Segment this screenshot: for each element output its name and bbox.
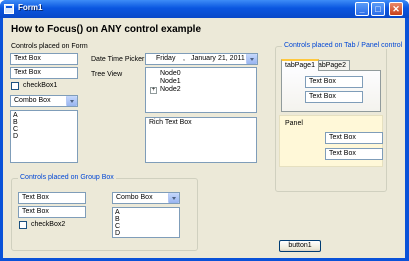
minimize-button[interactable]: _ [355,2,369,16]
page-title: How to Focus() on ANY control example [11,24,202,35]
group-textbox-2[interactable]: Text Box [18,206,86,218]
list-item[interactable]: D [13,133,77,140]
dtp-month: January [191,55,216,62]
maximize-button[interactable]: □ [371,2,385,16]
close-button[interactable]: ✕ [389,2,403,16]
button1[interactable]: button1 [279,240,321,252]
checkbox1-label: checkBox1 [23,82,58,89]
form-controls-label: Controls placed on Form [11,43,88,50]
group-combo-box[interactable]: Combo Box [112,192,180,204]
tab-tabpage1[interactable]: tabPage1 [281,59,319,71]
tree-node-2[interactable]: Node2 [160,86,181,93]
group-box-title: Controls placed on Group Box [18,174,116,181]
list-item[interactable]: A [115,209,179,216]
form-list-box[interactable]: A B C D [10,110,78,163]
checkbox1[interactable] [11,82,19,90]
window-icon [4,4,14,14]
checkbox2[interactable] [19,221,27,229]
maximize-icon: □ [375,4,381,14]
chevron-down-icon[interactable] [168,193,179,203]
list-item[interactable]: A [13,112,77,119]
group-list-box[interactable]: A B C D [112,207,180,238]
group-combo-value: Combo Box [116,194,153,201]
chevron-down-icon[interactable] [66,96,77,106]
calendar-dropdown-icon[interactable] [246,54,257,64]
dtp-separator: , [183,55,185,62]
panel-textbox-1[interactable]: Text Box [325,132,383,144]
tree-view[interactable]: Node0 Node1 + Node2 [145,67,257,113]
dtp-day-year: 21, 2011 [218,55,245,62]
tree-node-1[interactable]: Node1 [160,78,181,85]
list-item[interactable]: D [115,230,179,237]
form-client-area: How to Focus() on ANY control example Co… [3,18,405,258]
list-item[interactable]: B [13,119,77,126]
datetime-label: Date Time Picker [91,56,145,63]
panel-textbox-2[interactable]: Text Box [325,148,383,160]
window-title: Form1 [18,3,43,12]
panel-label: Panel [285,120,303,127]
list-item[interactable]: B [115,216,179,223]
form-combo-value: Combo Box [14,97,51,104]
rich-text-content: Rich Text Box [149,119,192,126]
tree-node-0[interactable]: Node0 [160,70,181,77]
form-textbox-2[interactable]: Text Box [10,67,78,79]
close-icon: ✕ [392,4,400,14]
list-item[interactable]: C [115,223,179,230]
form-textbox-1[interactable]: Text Box [10,53,78,65]
rich-text-box[interactable]: Rich Text Box [145,117,257,163]
tab-textbox-1[interactable]: Text Box [305,76,363,88]
title-bar[interactable]: Form1 _ □ ✕ [0,0,409,18]
form-window: Form1 _ □ ✕ How to Focus() on ANY contro… [0,0,409,261]
checkbox2-label: checkBox2 [31,221,66,228]
group-textbox-1[interactable]: Text Box [18,192,86,204]
list-item[interactable]: C [13,126,77,133]
treeview-label: Tree View [91,71,123,78]
form-combo-box[interactable]: Combo Box [10,95,78,107]
tab-panel-group-title: Controls placed on Tab / Panel control [282,42,405,49]
date-time-picker[interactable]: Friday , January 21, 2011 [145,53,258,65]
minimize-icon: _ [359,4,365,14]
expand-plus-icon[interactable]: + [150,87,157,94]
dtp-weekday: Friday [156,55,176,62]
tab-textbox-2[interactable]: Text Box [305,91,363,103]
